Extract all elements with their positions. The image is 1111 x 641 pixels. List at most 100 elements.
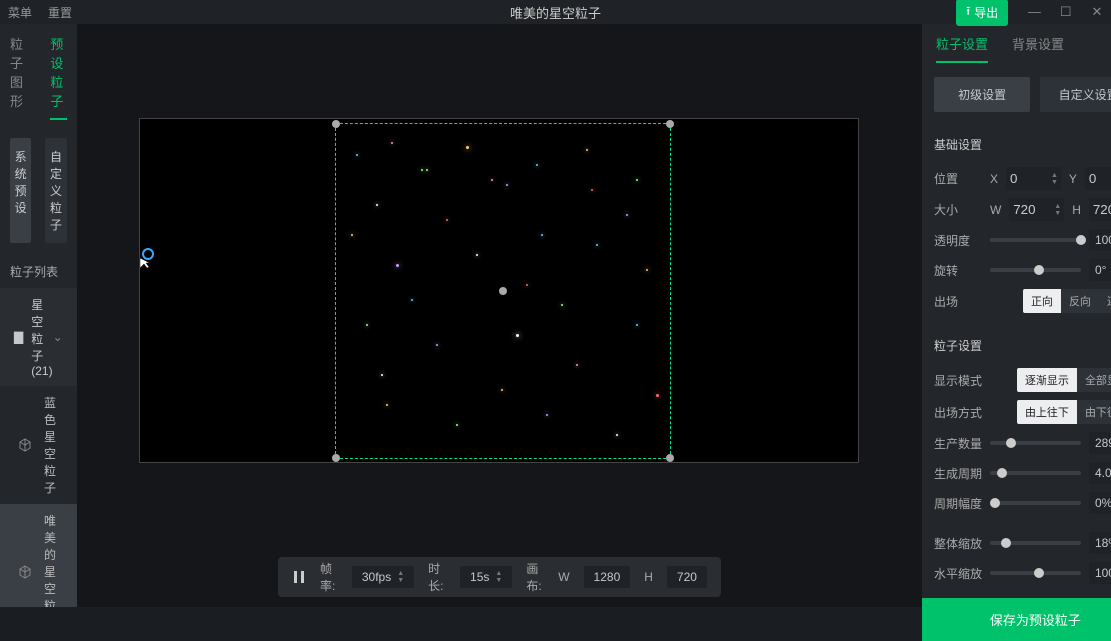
level-basic-tab[interactable]: 初级设置 xyxy=(934,77,1031,112)
level-custom-tab[interactable]: 自定义设置 xyxy=(1040,77,1111,112)
preset-system-tab[interactable]: 系统预设 xyxy=(10,138,31,243)
scale-all-value[interactable]: 18%▲▼ xyxy=(1089,532,1111,554)
export-label: 导出 xyxy=(974,4,998,21)
reset-button[interactable]: 重置 xyxy=(48,4,72,21)
maximize-button[interactable]: ☐ xyxy=(1052,4,1080,20)
enter-mode-options[interactable]: 由上往下由下往上 xyxy=(1017,400,1111,424)
canvas-frame[interactable] xyxy=(139,118,859,463)
list-item-label: 蓝色星空粒子 xyxy=(44,394,63,496)
titlebar: 菜单 重置 唯美的星空粒子 ⭱ 导出 — ☐ ✕ xyxy=(0,0,1111,24)
preset-custom-tab[interactable]: 自定义粒子 xyxy=(45,138,66,243)
tab-particle-settings[interactable]: 粒子设置 xyxy=(936,34,988,63)
folder-name: 星空粒子(21) xyxy=(31,296,52,378)
handle-bottom-right[interactable] xyxy=(666,454,674,462)
handle-top-left[interactable] xyxy=(332,120,340,128)
prod-count-value[interactable]: 289▲▼ xyxy=(1089,432,1111,454)
show-mode-options[interactable]: 逐渐显示全部显示 xyxy=(1017,368,1111,392)
particle-dot xyxy=(476,254,478,256)
particle-dot xyxy=(561,304,563,306)
export-icon: ⭱ xyxy=(966,2,970,23)
duration-input[interactable]: 15s▲▼ xyxy=(460,566,512,588)
segment-option[interactable]: 逐渐显示 xyxy=(1017,368,1077,392)
prod-cycle-slider[interactable] xyxy=(990,471,1081,475)
y-label: Y xyxy=(1069,172,1077,186)
particle-dot xyxy=(596,244,598,246)
prod-cycle-value[interactable]: 4.0s▲▼ xyxy=(1089,462,1111,484)
list-item[interactable]: 唯美的星空粒子 xyxy=(0,504,77,607)
tab-background-settings[interactable]: 背景设置 xyxy=(1012,34,1064,63)
handle-center[interactable] xyxy=(499,287,507,295)
rotate-value[interactable]: 0°▲▼ xyxy=(1089,259,1111,281)
particle-dot xyxy=(636,324,638,326)
size-w-input[interactable]: ▲▼ xyxy=(1009,198,1064,221)
folder-row[interactable]: ▇ 星空粒子(21) ⌄ xyxy=(0,288,77,386)
chevron-down-icon: ⌄ xyxy=(53,330,63,344)
minimize-button[interactable]: — xyxy=(1020,4,1048,19)
canvas-w-input[interactable]: 1280 xyxy=(584,566,631,588)
save-preset-button[interactable]: 保存为预设粒子 xyxy=(922,598,1111,641)
enter-options[interactable]: 正向反向连贯 xyxy=(1023,289,1111,313)
particle-list-label: 粒子列表 xyxy=(0,253,77,288)
pause-button[interactable] xyxy=(292,566,306,588)
scale-h-slider[interactable] xyxy=(990,571,1081,575)
cycle-amp-value[interactable]: 0%▲▼ xyxy=(1089,492,1111,514)
segment-option[interactable]: 由上往下 xyxy=(1017,400,1077,424)
right-panel: 粒子设置 背景设置 初级设置 自定义设置 基础设置⌄ 位置 X ▲▼ Y ▲▼ … xyxy=(921,24,1111,607)
canvas-h-input[interactable]: 720 xyxy=(667,566,707,588)
opacity-label: 透明度 xyxy=(934,232,982,249)
menu-button[interactable]: 菜单 xyxy=(8,4,32,21)
tab-preset-particle[interactable]: 预设粒子 xyxy=(50,34,66,120)
segment-option[interactable]: 全部显示 xyxy=(1077,368,1111,392)
scale-h-label: 水平缩放 xyxy=(934,565,982,582)
scale-h-value[interactable]: 100%▲▼ xyxy=(1089,562,1111,584)
particle-list[interactable]: 蓝色星空粒子唯美的星空粒子粒子光斑唯美宇宙星空星云唯美粒子[基本粒子]向上金色粒… xyxy=(0,386,77,607)
duration-label: 时长: xyxy=(428,560,446,594)
particle-dot xyxy=(516,334,519,337)
canvas-w-label: W xyxy=(558,570,569,584)
show-mode-label: 显示模式 xyxy=(934,372,982,389)
prod-count-label: 生产数量 xyxy=(934,435,982,452)
cube-icon xyxy=(18,438,32,452)
scale-all-slider[interactable] xyxy=(990,541,1081,545)
section-basic-head[interactable]: 基础设置⌄ xyxy=(934,126,1111,163)
cycle-amp-slider[interactable] xyxy=(990,501,1081,505)
position-y-input[interactable]: ▲▼ xyxy=(1085,167,1111,190)
h-label: H xyxy=(1072,203,1081,217)
size-h-input[interactable]: ▲▼ xyxy=(1089,198,1111,221)
fps-label: 帧率: xyxy=(320,560,338,594)
particle-dot xyxy=(466,146,469,149)
canvas-h-label: H xyxy=(644,570,653,584)
close-button[interactable]: ✕ xyxy=(1083,4,1111,20)
tab-particle-shape[interactable]: 粒子图形 xyxy=(10,34,26,120)
scale-all-label: 整体缩放 xyxy=(934,535,982,552)
w-label: W xyxy=(990,203,1001,217)
particle-dot xyxy=(506,184,508,186)
particle-dot xyxy=(456,424,458,426)
canvas-label: 画布: xyxy=(526,560,544,594)
position-x-input[interactable]: ▲▼ xyxy=(1006,167,1061,190)
segment-option[interactable]: 正向 xyxy=(1023,289,1061,313)
handle-bottom-left[interactable] xyxy=(332,454,340,462)
particle-dot xyxy=(656,394,659,397)
particle-dot xyxy=(591,189,593,191)
particle-dot xyxy=(396,264,399,267)
fps-select[interactable]: 30fps▲▼ xyxy=(352,566,414,588)
section-particle-head[interactable]: 粒子设置⌄ xyxy=(934,327,1111,364)
segment-option[interactable]: 反向 xyxy=(1061,289,1099,313)
size-label: 大小 xyxy=(934,201,982,218)
cube-icon xyxy=(18,565,32,579)
opacity-value[interactable]: 100%▲▼ xyxy=(1089,229,1111,251)
list-item-label: 唯美的星空粒子 xyxy=(44,512,63,607)
segment-option[interactable]: 由下往上 xyxy=(1077,400,1111,424)
handle-top-right[interactable] xyxy=(666,120,674,128)
particle-dot xyxy=(491,179,493,181)
rotate-slider[interactable] xyxy=(990,268,1081,272)
segment-option[interactable]: 连贯 xyxy=(1099,289,1111,313)
window-title: 唯美的星空粒子 xyxy=(510,3,601,22)
selection-box[interactable] xyxy=(335,123,671,459)
export-button[interactable]: ⭱ 导出 xyxy=(956,0,1008,26)
opacity-slider[interactable] xyxy=(990,238,1081,242)
prod-count-slider[interactable] xyxy=(990,441,1081,445)
particle-dot xyxy=(391,142,393,144)
list-item[interactable]: 蓝色星空粒子 xyxy=(0,386,77,504)
